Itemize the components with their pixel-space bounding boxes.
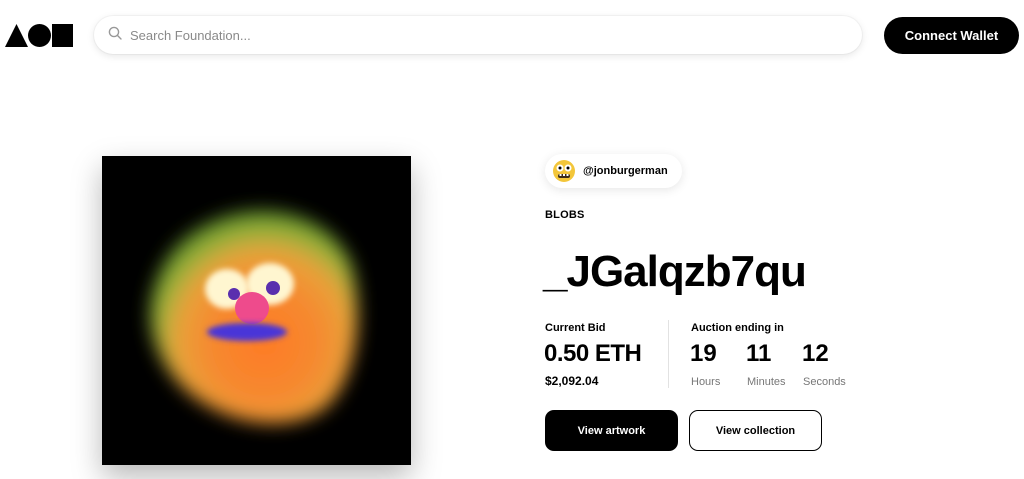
search-icon bbox=[108, 26, 122, 45]
current-bid-label: Current Bid bbox=[545, 322, 606, 334]
countdown-seconds: 12 bbox=[802, 340, 829, 367]
blob-artwork[interactable] bbox=[102, 156, 411, 465]
hours-label: Hours bbox=[691, 376, 721, 388]
current-bid-usd: $2,092.04 bbox=[545, 374, 599, 388]
connect-wallet-button[interactable]: Connect Wallet bbox=[884, 17, 1019, 54]
countdown-minutes: 11 bbox=[746, 340, 772, 367]
view-artwork-button[interactable]: View artwork bbox=[545, 410, 678, 451]
auction-label: Auction ending in bbox=[691, 322, 784, 334]
minutes-label: Minutes bbox=[747, 376, 786, 388]
view-collection-button[interactable]: View collection bbox=[689, 410, 822, 451]
countdown-hours: 19 bbox=[690, 340, 717, 367]
search-bar[interactable] bbox=[94, 16, 862, 54]
collection-name[interactable]: BLOBS bbox=[545, 209, 585, 221]
current-bid-value: 0.50 ETH bbox=[544, 340, 642, 367]
foundation-logo[interactable] bbox=[5, 24, 73, 47]
seconds-label: Seconds bbox=[803, 376, 846, 388]
nft-title: _JGalqzb7qu bbox=[543, 247, 807, 296]
divider bbox=[668, 320, 669, 388]
search-input[interactable] bbox=[130, 27, 830, 43]
creator-pill[interactable]: @jonburgerman bbox=[545, 154, 682, 188]
creator-handle: @jonburgerman bbox=[583, 165, 668, 177]
creator-avatar-icon bbox=[553, 160, 575, 182]
